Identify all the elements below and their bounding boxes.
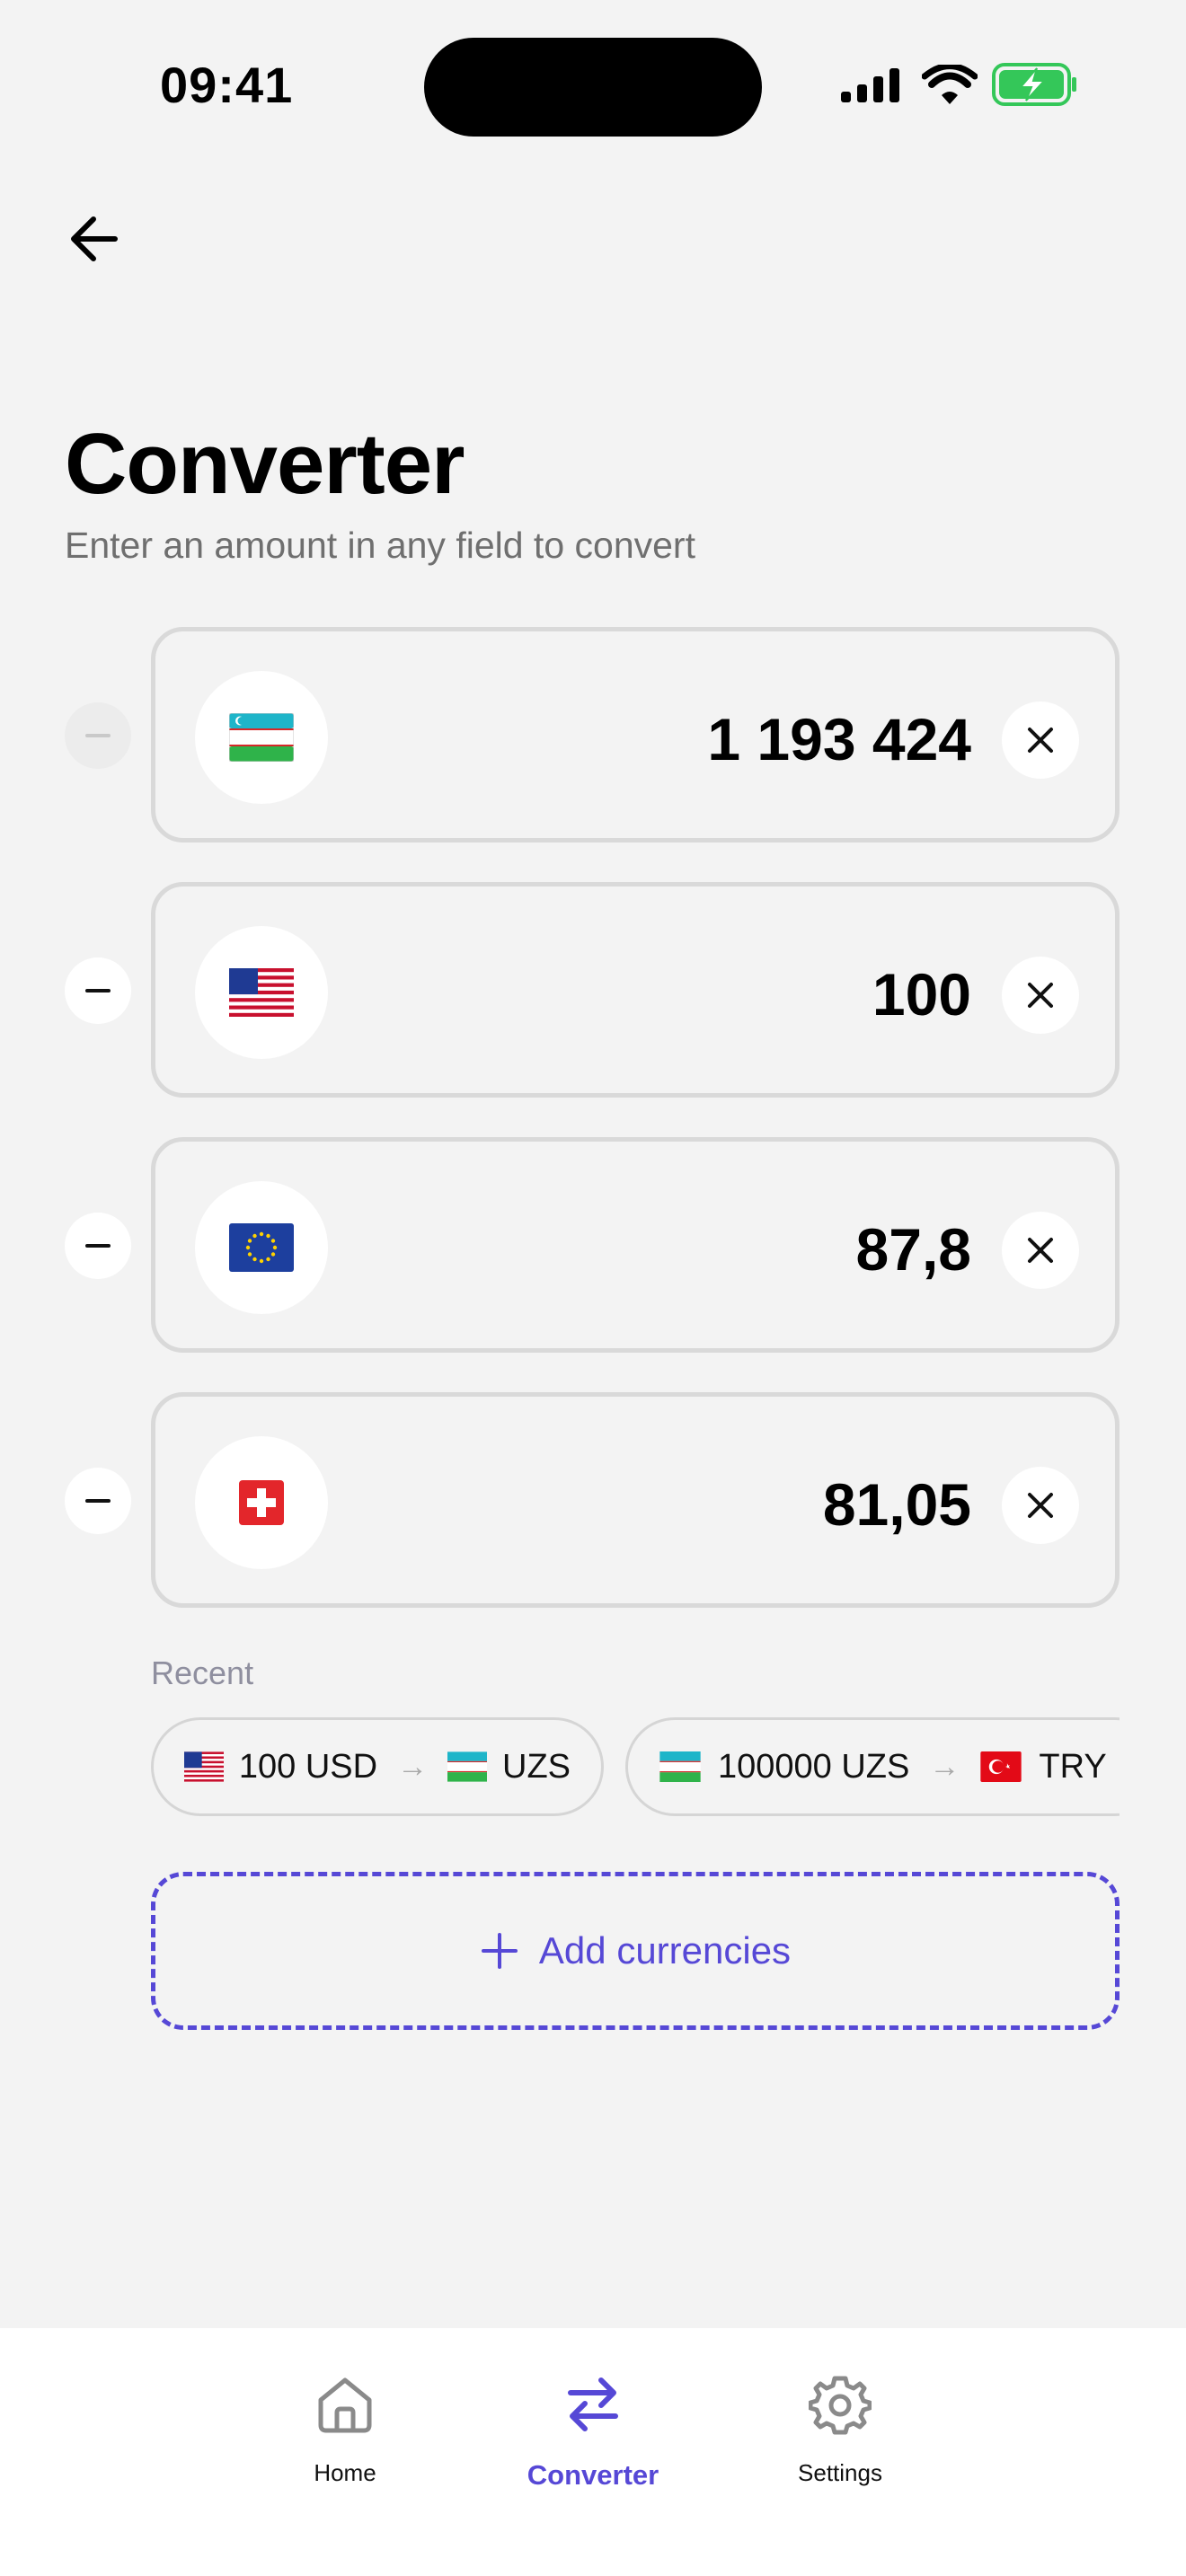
currency-card[interactable]: 1 193 424 <box>151 627 1120 842</box>
eu-flag-icon <box>229 1223 294 1272</box>
tab-label: Settings <box>798 2459 882 2486</box>
tab-bar: Home Converter Settings <box>0 2328 1186 2576</box>
turkey-flag-icon <box>980 1751 1022 1782</box>
currency-row-eur: 87,8 <box>0 1137 1186 1353</box>
remove-currency-button[interactable] <box>65 702 131 769</box>
uzbekistan-flag-icon <box>447 1751 488 1782</box>
clear-amount-button[interactable] <box>1002 701 1079 779</box>
arrow-left-icon <box>71 216 118 261</box>
switzerland-flag-icon <box>239 1480 284 1525</box>
remove-currency-button[interactable] <box>65 1468 131 1534</box>
status-time: 09:41 <box>160 57 294 113</box>
recent-chip[interactable]: 100 USD → UZS <box>151 1717 604 1816</box>
arrow-right-icon: → <box>397 1749 429 1784</box>
gear-icon <box>809 2376 872 2435</box>
usa-flag-icon <box>184 1751 225 1782</box>
tab-label: Converter <box>527 2459 659 2491</box>
currency-card[interactable]: 81,05 <box>151 1392 1120 1608</box>
flag-badge <box>195 671 328 804</box>
recent-to: UZS <box>502 1747 571 1786</box>
remove-currency-button[interactable] <box>65 957 131 1024</box>
usa-flag-icon <box>229 968 294 1017</box>
recent-from: 100 USD <box>238 1747 378 1786</box>
amount-input[interactable]: 87,8 <box>856 1215 971 1284</box>
minus-icon <box>85 989 111 992</box>
minus-icon <box>85 1244 111 1248</box>
close-icon <box>1028 1238 1053 1263</box>
arrow-right-icon: → <box>929 1749 960 1784</box>
flag-badge <box>195 1181 328 1314</box>
currency-card[interactable]: 87,8 <box>151 1137 1120 1353</box>
tab-settings[interactable]: Settings <box>741 2366 939 2487</box>
flag-badge <box>195 1436 328 1569</box>
clear-amount-button[interactable] <box>1002 957 1079 1034</box>
uzbekistan-flag-icon <box>229 713 294 762</box>
page-subtitle: Enter an amount in any field to convert <box>65 525 695 566</box>
remove-currency-button[interactable] <box>65 1213 131 1279</box>
close-icon <box>1028 1493 1053 1518</box>
recent-label: Recent <box>151 1654 254 1691</box>
page-title: Converter <box>65 416 465 512</box>
wifi-icon <box>922 65 978 104</box>
currency-row-uzs: 1 193 424 <box>0 627 1186 842</box>
minus-icon <box>85 734 111 737</box>
close-icon <box>1028 983 1053 1008</box>
tab-converter[interactable]: Converter <box>494 2366 692 2492</box>
recent-from: 100000 UZS <box>718 1747 910 1786</box>
amount-input[interactable]: 1 193 424 <box>707 705 971 773</box>
recent-list[interactable]: 100 USD → UZS 100000 UZS → TRY <box>151 1717 1120 1816</box>
battery-charging-icon <box>992 63 1076 106</box>
add-currencies-button[interactable]: Add currencies <box>151 1872 1120 2030</box>
clear-amount-button[interactable] <box>1002 1212 1079 1289</box>
currency-row-usd: 100 <box>0 882 1186 1098</box>
currency-row-chf: 81,05 <box>0 1392 1186 1608</box>
cellular-signal-icon <box>841 68 899 102</box>
home-icon <box>318 2378 372 2433</box>
recent-to: TRY <box>1039 1747 1107 1786</box>
plus-icon <box>480 1931 519 1971</box>
flag-badge <box>195 926 328 1059</box>
clear-amount-button[interactable] <box>1002 1467 1079 1544</box>
uzbekistan-flag-icon <box>659 1751 701 1782</box>
add-currencies-label: Add currencies <box>538 1929 792 1972</box>
tab-home[interactable]: Home <box>246 2366 444 2487</box>
recent-chip[interactable]: 100000 UZS → TRY <box>625 1717 1120 1816</box>
minus-icon <box>85 1499 111 1503</box>
tab-label: Home <box>314 2459 376 2486</box>
back-button[interactable] <box>65 207 129 271</box>
currency-card[interactable]: 100 <box>151 882 1120 1098</box>
dynamic-island <box>424 38 762 137</box>
swap-arrows-icon <box>568 2378 618 2431</box>
amount-input[interactable]: 100 <box>872 960 971 1028</box>
close-icon <box>1028 728 1053 753</box>
amount-input[interactable]: 81,05 <box>823 1470 971 1539</box>
